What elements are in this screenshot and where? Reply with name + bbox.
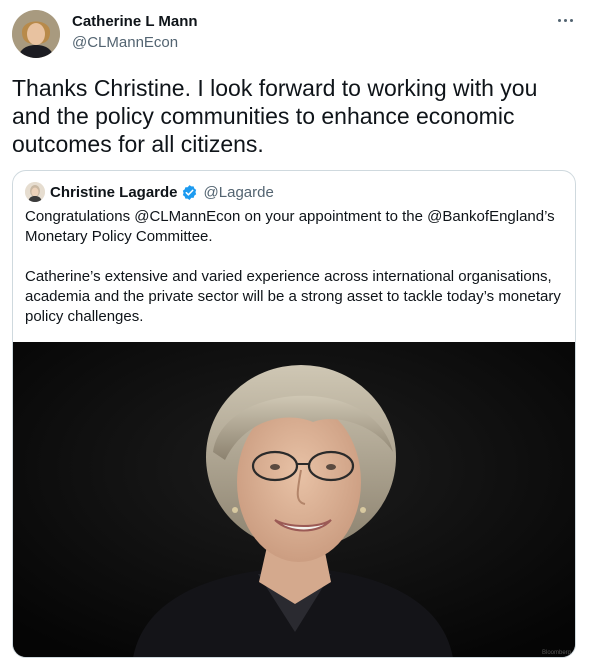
more-horizontal-icon	[556, 18, 574, 22]
quoted-tweet-text: Congratulations @CLMannEcon on your appo…	[25, 207, 565, 327]
photo-watermark: Bloomberg	[541, 650, 571, 656]
person-avatar-icon	[12, 10, 60, 58]
quoted-tweet-photo[interactable]: Bloomberg	[13, 342, 575, 657]
author-avatar[interactable]	[12, 10, 60, 58]
quoted-tweet[interactable]: Christine Lagarde @Lagarde Congratulatio…	[12, 170, 576, 658]
author-name[interactable]: Catherine L Mann	[72, 13, 198, 31]
tweet-text: Thanks Christine. I look forward to work…	[12, 75, 538, 157]
tweet: Catherine L Mann @CLMannEcon Thanks Chri…	[0, 0, 589, 667]
quoted-tweet-paragraph: Congratulations @CLMannEcon on your appo…	[25, 208, 555, 245]
quoted-author-avatar	[25, 182, 45, 202]
person-avatar-icon	[25, 182, 45, 202]
quoted-tweet-paragraph: Catherine’s extensive and varied experie…	[25, 268, 561, 325]
portrait-photo	[13, 342, 575, 657]
verified-badge-icon	[182, 184, 196, 200]
more-options-button[interactable]	[551, 10, 579, 30]
quoted-author-handle: @Lagarde	[203, 183, 274, 201]
author-handle[interactable]: @CLMannEcon	[72, 34, 178, 52]
quoted-tweet-header: Christine Lagarde @Lagarde	[25, 181, 274, 203]
quoted-author-name: Christine Lagarde	[50, 183, 178, 201]
